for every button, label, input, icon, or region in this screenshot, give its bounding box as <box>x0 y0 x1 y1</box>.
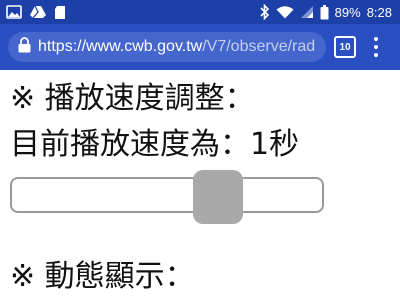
url-text[interactable]: https://www.cwb.gov.tw/V7/observe/rad <box>38 38 315 56</box>
image-icon <box>6 5 22 19</box>
browser-toolbar: https://www.cwb.gov.tw/V7/observe/rad 10 <box>0 24 400 70</box>
battery-icon <box>320 4 329 20</box>
speed-slider-thumb[interactable] <box>193 170 243 224</box>
notification-icons <box>6 3 66 21</box>
overflow-menu-icon[interactable] <box>368 37 384 57</box>
address-bar[interactable]: https://www.cwb.gov.tw/V7/observe/rad <box>8 32 326 62</box>
status-bar: 89% 8:28 <box>0 0 400 24</box>
drive-icon <box>29 5 47 19</box>
battery-percent: 89% <box>334 4 361 20</box>
system-icons: 89% 8:28 <box>260 3 392 21</box>
url-domain: https://www.cwb.gov.tw <box>38 38 203 55</box>
clock: 8:28 <box>366 4 392 20</box>
signal-icon <box>300 5 314 19</box>
lock-icon <box>18 37 31 57</box>
tab-switcher-button[interactable]: 10 <box>334 36 356 58</box>
speed-heading: ※ 播放速度調整： <box>10 81 255 116</box>
speed-current: 目前播放速度為：1秒 <box>10 127 300 162</box>
dynamic-heading: ※ 動態顯示： <box>10 259 195 294</box>
sd-card-icon <box>54 5 66 20</box>
bluetooth-icon <box>260 4 270 20</box>
speed-slider-track[interactable] <box>10 177 324 213</box>
url-path: /V7/observe/rad <box>202 38 316 55</box>
wifi-icon <box>276 5 294 19</box>
